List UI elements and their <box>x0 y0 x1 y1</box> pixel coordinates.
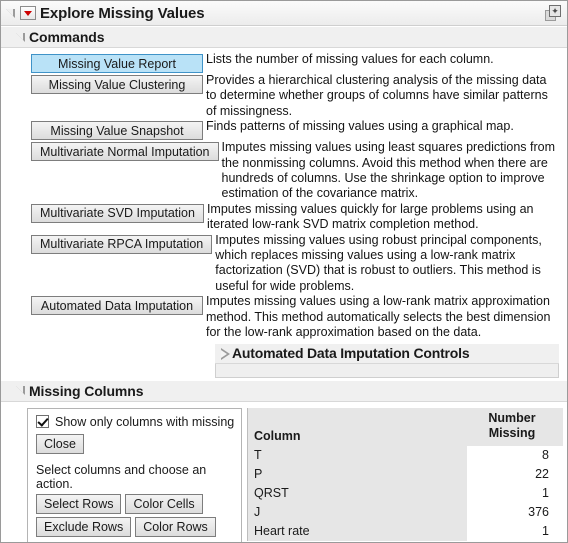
multivariate-rpca-imputation-description: Imputes missing values using robust prin… <box>215 232 542 293</box>
exclude-rows-button[interactable]: Exclude Rows <box>36 516 132 537</box>
automated-data-imputation-button[interactable]: Automated Data Imputation <box>31 296 203 316</box>
multivariate-svd-imputation-description: Imputes missing values quickly for large… <box>206 201 534 232</box>
adi-controls-disclosure-triangle[interactable] <box>219 347 230 360</box>
table-row[interactable]: QRST 1 <box>248 483 563 503</box>
multivariate-normal-imputation-button[interactable]: Multivariate Normal Imputation <box>31 142 219 162</box>
adi-controls-collapsed-strip <box>215 363 559 378</box>
window-restore-icon-front: ✦ <box>549 5 561 17</box>
color-cells-button[interactable]: Color Cells <box>125 493 203 514</box>
command-row-automated-data-imputation: Automated Data Imputation Imputes missin… <box>5 294 563 340</box>
command-row-missing-value-clustering: Missing Value Clustering Provides a hier… <box>5 73 563 119</box>
section-header-adi-controls[interactable]: Automated Data Imputation Controls <box>215 342 559 364</box>
table-cell-column-name[interactable]: QRST <box>248 483 467 503</box>
action-buttons-row-2: Exclude Rows Color Rows <box>36 516 235 537</box>
missing-value-snapshot-button[interactable]: Missing Value Snapshot <box>31 121 203 141</box>
table-row[interactable]: J 376 <box>248 502 563 522</box>
action-buttons-grid: Select Rows Color Cells Exclude Rows Col… <box>36 493 235 537</box>
table-row[interactable]: P 22 <box>248 464 563 484</box>
commands-body: Missing Value Report Lists the number of… <box>1 48 567 380</box>
window-title: Explore Missing Values <box>40 4 205 22</box>
missing-value-clustering-description: Provides a hierarchical clustering analy… <box>206 73 548 118</box>
multivariate-rpca-imputation-button[interactable]: Multivariate RPCA Imputation <box>31 234 213 254</box>
show-only-columns-with-missing-checkbox[interactable] <box>36 415 49 428</box>
close-button[interactable]: Close <box>36 433 84 454</box>
command-row-missing-value-report: Missing Value Report Lists the number of… <box>5 52 563 73</box>
missing-value-clustering-button[interactable]: Missing Value Clustering <box>31 75 203 94</box>
table-header-number-missing-line1: Number <box>488 410 536 425</box>
table-cell-number-missing: 22 <box>467 464 563 484</box>
missing-value-report-description: Lists the number of missing values for e… <box>206 52 494 66</box>
explore-missing-values-window: Explore Missing Values ✦ Commands Missin… <box>0 0 568 543</box>
color-rows-button[interactable]: Color Rows <box>135 516 216 537</box>
command-button-cell: Missing Value Clustering <box>5 73 203 94</box>
section-header-missing-columns: Missing Columns <box>1 379 567 402</box>
command-button-cell: Missing Value Report <box>5 52 203 73</box>
select-columns-hint: Select columns and choose an action. <box>36 462 207 491</box>
table-cell-number-missing: 1 <box>467 483 563 503</box>
command-row-missing-value-snapshot: Missing Value Snapshot Finds patterns of… <box>5 119 563 141</box>
command-row-multivariate-svd-imputation: Multivariate SVD Imputation Imputes miss… <box>5 202 563 233</box>
table-cell-number-missing: 8 <box>467 445 563 465</box>
table-header-number-missing-line2: Missing <box>488 425 536 440</box>
red-triangle-menu-icon[interactable] <box>20 6 36 20</box>
table-header-row: Column Number Missing <box>248 407 563 446</box>
missing-columns-disclosure-triangle[interactable] <box>15 385 26 396</box>
adi-controls-label: Automated Data Imputation Controls <box>232 345 470 361</box>
show-only-columns-with-missing-label: Show only columns with missing <box>55 414 235 429</box>
table-cell-column-name[interactable]: Heart rate <box>248 521 467 541</box>
missing-columns-table: Column Number Missing T 8 P 22 QRST 1 J … <box>247 407 563 541</box>
missing-columns-controls-panel: Show only columns with missing Close Sel… <box>27 407 242 542</box>
table-cell-column-name[interactable]: P <box>248 464 467 484</box>
table-row[interactable]: T 8 <box>248 445 563 465</box>
multivariate-normal-imputation-description: Imputes missing values using least squar… <box>221 140 555 201</box>
window-titlebar: Explore Missing Values ✦ <box>1 1 567 26</box>
table-row[interactable]: Heart rate 1 <box>248 521 563 541</box>
missing-columns-body: Show only columns with missing Close Sel… <box>1 401 567 542</box>
command-button-cell: Missing Value Snapshot <box>5 119 203 141</box>
command-button-cell: Automated Data Imputation <box>5 294 203 316</box>
multivariate-svd-imputation-button[interactable]: Multivariate SVD Imputation <box>31 203 204 223</box>
show-only-columns-with-missing-row[interactable]: Show only columns with missing <box>36 415 235 429</box>
table-cell-number-missing: 1 <box>467 521 563 541</box>
close-button-row: Close <box>36 433 235 454</box>
command-button-cell: Multivariate Normal Imputation <box>5 140 219 162</box>
commands-disclosure-triangle[interactable] <box>15 32 26 43</box>
table-cell-column-name[interactable]: J <box>248 502 467 522</box>
automated-data-imputation-description: Imputes missing values using a low-rank … <box>206 294 551 340</box>
commands-header-label: Commands <box>29 29 105 45</box>
command-button-cell: Multivariate SVD Imputation <box>5 202 204 223</box>
action-buttons-row-1: Select Rows Color Cells <box>36 493 235 514</box>
select-rows-button[interactable]: Select Rows <box>36 493 122 514</box>
table-header-column: Column <box>254 428 301 443</box>
table-cell-column-name[interactable]: T <box>248 445 467 465</box>
window-disclosure-triangle[interactable] <box>5 8 16 19</box>
section-header-commands: Commands <box>1 26 567 48</box>
table-header-number-missing: Number Missing <box>467 408 563 446</box>
missing-columns-header-label: Missing Columns <box>29 382 144 399</box>
table-cell-number-missing: 376 <box>467 502 563 522</box>
missing-value-report-button[interactable]: Missing Value Report <box>31 54 203 73</box>
command-row-multivariate-rpca-imputation: Multivariate RPCA Imputation Imputes mis… <box>5 233 563 295</box>
missing-value-snapshot-description: Finds patterns of missing values using a… <box>206 119 514 134</box>
window-restore-icon[interactable]: ✦ <box>545 5 561 21</box>
command-row-multivariate-normal-imputation: Multivariate Normal Imputation Imputes m… <box>5 140 563 202</box>
command-button-cell: Multivariate RPCA Imputation <box>5 233 213 254</box>
